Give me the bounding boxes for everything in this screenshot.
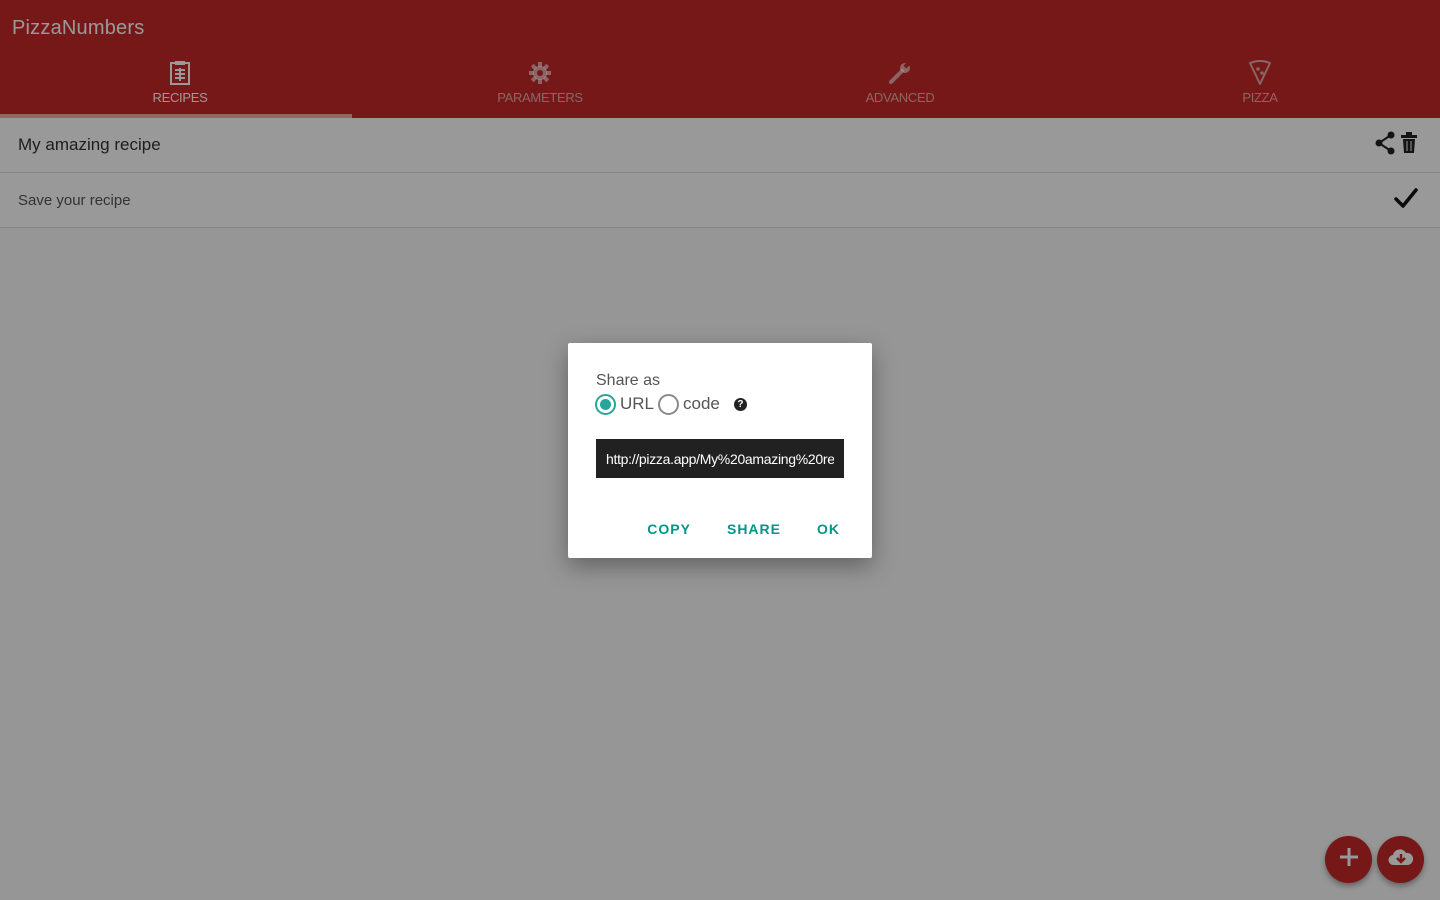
copy-button[interactable]: COPY [629,517,709,541]
dialog-actions: COPY SHARE OK [629,517,872,541]
app-root: PizzaNumbers Recipes [0,0,1440,900]
url-radio[interactable] [595,393,616,415]
share-button[interactable]: SHARE [709,517,799,541]
ok-button[interactable]: OK [799,517,872,541]
help-icon[interactable]: ? [733,397,747,411]
share-url-field[interactable] [596,439,844,478]
code-radio-label[interactable]: code [683,394,720,414]
url-radio-label[interactable]: URL [620,394,654,414]
code-radio[interactable] [658,393,680,415]
share-dialog: Share as URL code ? COPY SHARE OK [568,343,872,558]
share-format-options: URL code ? [595,393,747,415]
share-as-label: Share as [596,372,661,389]
